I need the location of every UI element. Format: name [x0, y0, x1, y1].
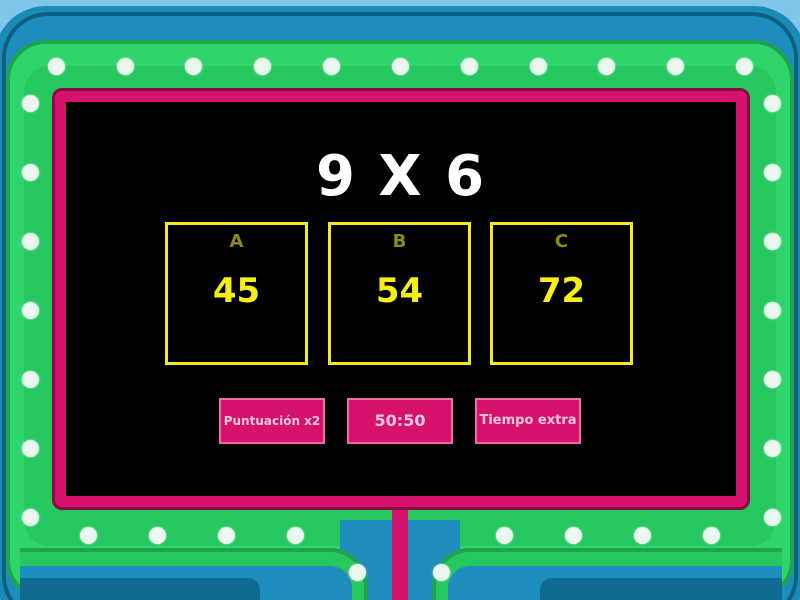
answer-box-b[interactable]: B 54 — [328, 222, 471, 365]
stand-left-shadow — [20, 578, 260, 600]
light-bulb — [598, 58, 615, 75]
light-bulb — [764, 302, 781, 319]
light-bulb — [117, 58, 134, 75]
light-bulb — [22, 233, 39, 250]
light-bulb — [22, 95, 39, 112]
double-score-button[interactable]: Puntuación x2 — [219, 398, 325, 444]
light-bulb — [667, 58, 684, 75]
light-bulb — [764, 95, 781, 112]
answer-letter: A — [229, 231, 244, 252]
light-bulb — [323, 58, 340, 75]
light-bulb — [22, 440, 39, 457]
light-bulb — [433, 564, 450, 581]
answer-value: 45 — [212, 271, 261, 311]
light-bulb — [80, 527, 97, 544]
light-bulb — [703, 527, 720, 544]
light-bulb — [185, 58, 202, 75]
light-bulb — [22, 302, 39, 319]
light-bulb — [22, 164, 39, 181]
light-bulb — [22, 371, 39, 388]
answer-box-c[interactable]: C 72 — [490, 222, 633, 365]
light-bulb — [254, 58, 271, 75]
game-stage: 9 X 6 A 45 B 54 C 72 Puntuación x2 50:50… — [0, 0, 800, 600]
light-bulb — [22, 509, 39, 526]
light-bulb — [764, 509, 781, 526]
question-text: 9 X 6 — [315, 144, 487, 209]
light-bulb — [764, 371, 781, 388]
light-bulb — [736, 58, 753, 75]
light-bulb — [461, 58, 478, 75]
light-bulb — [764, 440, 781, 457]
stand-right-shadow — [540, 578, 782, 600]
light-bulb — [764, 233, 781, 250]
fifty-fifty-button[interactable]: 50:50 — [347, 398, 453, 444]
light-bulb — [48, 58, 65, 75]
extra-time-button[interactable]: Tiempo extra — [475, 398, 581, 444]
light-bulb — [634, 527, 651, 544]
light-bulb — [349, 564, 366, 581]
answer-letter: C — [554, 231, 569, 252]
light-bulb — [287, 527, 304, 544]
light-bulb — [764, 164, 781, 181]
answer-value: 72 — [537, 271, 586, 311]
answer-letter: B — [392, 231, 407, 252]
board-stem — [392, 500, 408, 600]
light-bulb — [149, 527, 166, 544]
light-bulb — [218, 527, 235, 544]
light-bulb — [530, 58, 547, 75]
answer-value: 54 — [375, 271, 424, 311]
light-bulb — [496, 527, 513, 544]
answer-box-a[interactable]: A 45 — [165, 222, 308, 365]
light-bulb — [392, 58, 409, 75]
light-bulb — [565, 527, 582, 544]
